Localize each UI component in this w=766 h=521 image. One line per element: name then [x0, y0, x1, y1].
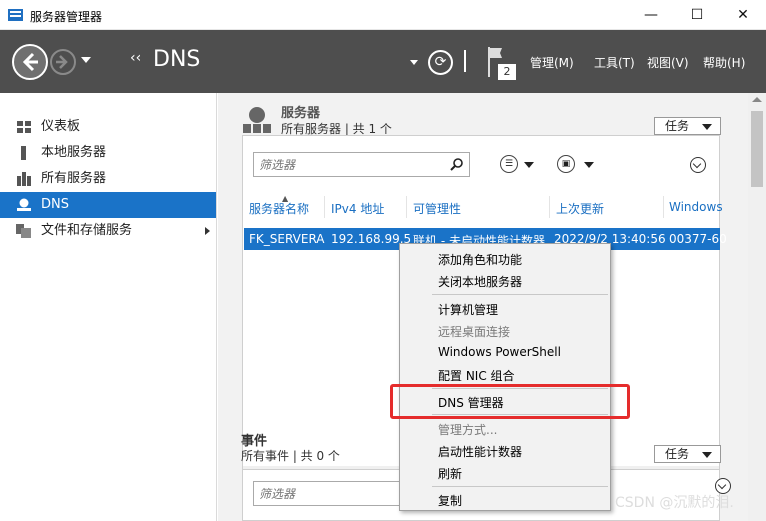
- sidebar-item-dns[interactable]: DNS: [0, 192, 216, 218]
- watermark: CSDN @沉默的泪.: [615, 495, 734, 511]
- notification-badge: 2: [498, 64, 516, 80]
- chevron-right-icon[interactable]: [205, 227, 210, 235]
- tasks-label: 任务: [665, 447, 690, 461]
- breadcrumb-chevron-icon: ‹‹: [130, 50, 142, 66]
- column-divider: [663, 196, 664, 218]
- tasks-label: 任务: [665, 119, 690, 133]
- sidebar: 仪表板 本地服务器 所有服务器 DNS 文件和存储服务: [0, 93, 217, 521]
- header-divider: [464, 50, 466, 72]
- list-options-button[interactable]: ☰: [500, 155, 518, 173]
- sidebar-item-label: 仪表板: [41, 119, 81, 134]
- title-bar: 服务器管理器 — ☐ ✕: [0, 0, 766, 30]
- cell-server-name: FK_SERVERA: [249, 232, 325, 246]
- menu-divider: [432, 294, 608, 295]
- column-header-manageability[interactable]: 可管理性: [413, 200, 461, 217]
- search-icon[interactable]: [450, 157, 464, 171]
- column-header-server-name[interactable]: 服务器名称: [249, 200, 309, 217]
- forward-button[interactable]: [50, 49, 76, 75]
- server-manager-icon: [8, 9, 23, 21]
- breadcrumb-dropdown-icon[interactable]: [410, 60, 418, 65]
- menu-item-add-roles[interactable]: 添加角色和功能: [438, 251, 522, 268]
- menu-item-computer-management[interactable]: 计算机管理: [438, 301, 498, 318]
- menu-item-shutdown-server[interactable]: 关闭本地服务器: [438, 273, 522, 290]
- events-tasks-button[interactable]: 任务: [654, 445, 721, 463]
- servers-section-title: 服务器: [281, 106, 321, 121]
- scrollbar-thumb[interactable]: [751, 111, 763, 187]
- sidebar-item-label: 文件和存储服务: [41, 223, 133, 238]
- highlight-box: [390, 384, 630, 419]
- menu-item-powershell[interactable]: Windows PowerShell: [438, 345, 561, 359]
- menu-item-nic-teaming[interactable]: 配置 NIC 组合: [438, 367, 515, 384]
- menu-item-manage-as: 管理方式...: [438, 423, 498, 437]
- menu-view[interactable]: 视图(V): [647, 54, 689, 71]
- back-button[interactable]: [12, 44, 48, 80]
- column-header-last-update[interactable]: 上次更新: [556, 200, 604, 217]
- sidebar-item-local-server[interactable]: 本地服务器: [0, 140, 216, 166]
- dashboard-icon: [17, 121, 31, 133]
- window-title: 服务器管理器: [30, 10, 103, 24]
- chevron-down-icon: [702, 452, 712, 458]
- events-section-subtitle: 所有事件 | 共 0 个: [241, 449, 340, 463]
- menu-divider: [432, 486, 608, 487]
- column-divider: [324, 196, 325, 218]
- context-menu: 添加角色和功能 关闭本地服务器 计算机管理 远程桌面连接 Windows Pow…: [399, 243, 611, 511]
- save-query-dropdown-icon[interactable]: [584, 162, 594, 168]
- file-storage-icon: [16, 224, 31, 238]
- save-icon: ▣: [561, 159, 571, 169]
- all-servers-icon: [17, 172, 31, 186]
- save-query-button[interactable]: ▣: [557, 155, 575, 173]
- servers-filter-input[interactable]: [254, 153, 444, 176]
- breadcrumb: DNS: [153, 47, 201, 72]
- refresh-button[interactable]: ⟳: [428, 50, 453, 75]
- menu-tools[interactable]: 工具(T): [594, 54, 635, 71]
- sidebar-item-file-storage[interactable]: 文件和存储服务: [0, 218, 216, 244]
- servers-tasks-button[interactable]: 任务: [654, 117, 721, 135]
- list-options-dropdown-icon[interactable]: [524, 162, 534, 168]
- scroll-up-icon[interactable]: [752, 97, 762, 102]
- sidebar-item-dashboard[interactable]: 仪表板: [0, 114, 216, 140]
- servers-filter[interactable]: [253, 152, 470, 177]
- maximize-button[interactable]: ☐: [674, 0, 720, 30]
- expand-icon[interactable]: [690, 157, 706, 173]
- back-arrow-icon: [22, 52, 38, 72]
- column-header-windows[interactable]: Windows: [669, 200, 723, 214]
- sidebar-item-label: DNS: [41, 197, 69, 212]
- forward-arrow-icon: [56, 55, 68, 69]
- column-divider: [549, 196, 550, 218]
- minimize-button[interactable]: —: [628, 0, 674, 30]
- history-dropdown-icon[interactable]: [81, 57, 91, 63]
- sidebar-item-all-servers[interactable]: 所有服务器: [0, 166, 216, 192]
- menu-help[interactable]: 帮助(H): [703, 54, 745, 71]
- local-server-icon: [21, 146, 26, 160]
- column-header-ipv4[interactable]: IPv4 地址: [331, 200, 384, 217]
- sidebar-item-label: 所有服务器: [41, 171, 107, 186]
- menu-manage[interactable]: 管理(M): [530, 54, 574, 71]
- column-divider: [406, 196, 407, 218]
- sidebar-item-label: 本地服务器: [41, 145, 107, 160]
- chevron-down-icon: [702, 124, 712, 130]
- vertical-scrollbar[interactable]: [748, 93, 766, 521]
- menu-item-remote-desktop: 远程桌面连接: [438, 325, 511, 339]
- close-button[interactable]: ✕: [720, 0, 766, 30]
- header-bar: ‹‹ DNS ⟳ 2 管理(M) 工具(T) 视图(V) 帮助(H): [0, 30, 766, 93]
- servers-section-icon: [243, 107, 271, 133]
- dns-icon: [17, 198, 31, 211]
- cell-windows: 00377-60: [669, 232, 727, 246]
- list-icon: ☰: [504, 159, 514, 169]
- menu-item-start-perf-counters[interactable]: 启动性能计数器: [438, 443, 522, 460]
- menu-item-refresh[interactable]: 刷新: [438, 465, 462, 482]
- refresh-icon: ⟳: [434, 54, 447, 70]
- menu-item-copy[interactable]: 复制: [438, 492, 462, 509]
